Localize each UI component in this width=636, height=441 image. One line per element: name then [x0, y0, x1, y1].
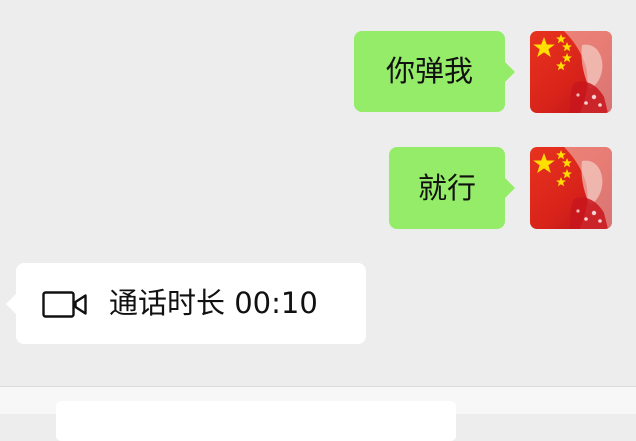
call-duration-text: 通话时长 00:10: [109, 286, 318, 320]
flag-avatar-image: [530, 31, 612, 113]
avatar[interactable]: [530, 147, 612, 229]
outgoing-message-bubble[interactable]: 就行: [389, 147, 515, 229]
input-bar: [0, 386, 636, 441]
chat-message-area[interactable]: 你弹我 就行 通话时长 00:10: [0, 0, 636, 386]
message-text: 你弹我: [385, 54, 473, 88]
message-text: 就行: [417, 170, 476, 205]
message-input[interactable]: [56, 401, 456, 441]
outgoing-message-bubble[interactable]: 你弹我: [354, 31, 515, 112]
flag-avatar-image: [530, 147, 612, 229]
video-call-record-bubble[interactable]: 通话时长 00:10: [6, 263, 366, 344]
avatar[interactable]: [530, 31, 612, 113]
video-camera-icon: [42, 291, 87, 318]
